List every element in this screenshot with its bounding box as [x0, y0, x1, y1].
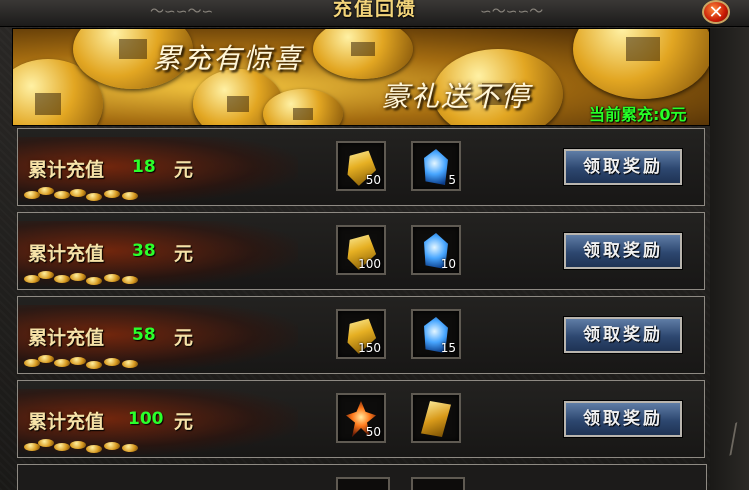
- reward-slot[interactable]: 5: [411, 141, 461, 191]
- claim-reward-button[interactable]: 领取奖励: [564, 233, 682, 269]
- current-recharge-value: 0元: [659, 105, 687, 124]
- coin-pile-icon: [24, 349, 154, 369]
- coin-pile-icon: [24, 181, 154, 201]
- reward-slot[interactable]: [411, 393, 461, 443]
- reward-row: 累计充值 18 元 50 5 领取奖励: [17, 128, 705, 206]
- reward-slot[interactable]: [411, 477, 465, 490]
- reward-count: 15: [440, 341, 456, 355]
- row-unit: 元: [174, 327, 194, 349]
- reward-row-partial: [17, 464, 707, 490]
- coin-decoration: [313, 29, 413, 79]
- window-title: 充值回馈: [332, 0, 417, 20]
- row-amount: 18: [132, 157, 156, 177]
- title-bar: 〜∽∽〜∽ ∽〜∽∽〜 充值回馈 ✕: [0, 0, 749, 27]
- current-recharge: 当前累充:0元: [589, 101, 687, 125]
- row-label: 累计充值: [28, 243, 105, 265]
- row-unit: 元: [174, 243, 194, 265]
- claim-reward-button[interactable]: 领取奖励: [564, 401, 682, 437]
- current-recharge-label: 当前累充:: [589, 105, 660, 124]
- reward-count: 50: [365, 173, 381, 187]
- reward-count: 150: [358, 341, 381, 355]
- banner: 累充有惊喜 豪礼送不停 当前累充:0元: [12, 28, 710, 126]
- reward-slot[interactable]: 50: [336, 141, 386, 191]
- claim-reward-button[interactable]: 领取奖励: [564, 317, 682, 353]
- row-amount: 58: [132, 325, 156, 345]
- gold-scroll-icon: [421, 401, 451, 437]
- reward-list[interactable]: 累计充值 18 元 50 5 领取奖励 累计充值 38 元 100 10 领取奖…: [12, 126, 708, 490]
- title-ornament-right: ∽〜∽∽〜: [480, 4, 544, 20]
- coin-decoration: [573, 29, 709, 99]
- reward-count: 50: [365, 425, 381, 439]
- reward-row: 累计充值 100 元 50 领取奖励: [17, 380, 705, 458]
- reward-count: 5: [448, 173, 456, 187]
- row-amount: 100: [128, 409, 164, 429]
- title-ornament-left: 〜∽∽〜∽: [150, 4, 214, 20]
- reward-row: 累计充值 38 元 100 10 领取奖励: [17, 212, 705, 290]
- reward-row: 累计充值 58 元 150 15 领取奖励: [17, 296, 705, 374]
- row-unit: 元: [174, 411, 194, 433]
- blue-gem-icon: [424, 149, 448, 185]
- row-label: 累计充值: [28, 411, 105, 433]
- row-amount: 38: [132, 241, 156, 261]
- coin-pile-icon: [24, 433, 154, 453]
- reward-count: 10: [440, 257, 456, 271]
- reward-slot[interactable]: 10: [411, 225, 461, 275]
- banner-slogan-1: 累充有惊喜: [153, 42, 304, 75]
- row-unit: 元: [174, 159, 194, 181]
- close-icon[interactable]: ✕: [702, 0, 730, 24]
- coin-pile-icon: [24, 265, 154, 285]
- reward-count: 100: [358, 257, 381, 271]
- reward-slot[interactable]: 100: [336, 225, 386, 275]
- reward-slot[interactable]: 150: [336, 309, 386, 359]
- row-label: 累计充值: [28, 159, 105, 181]
- row-label: 累计充值: [28, 327, 105, 349]
- banner-slogan-2: 豪礼送不停: [381, 80, 532, 113]
- reward-slot[interactable]: 15: [411, 309, 461, 359]
- reward-slot[interactable]: 50: [336, 393, 386, 443]
- claim-reward-button[interactable]: 领取奖励: [564, 149, 682, 185]
- reward-slot[interactable]: [336, 477, 390, 490]
